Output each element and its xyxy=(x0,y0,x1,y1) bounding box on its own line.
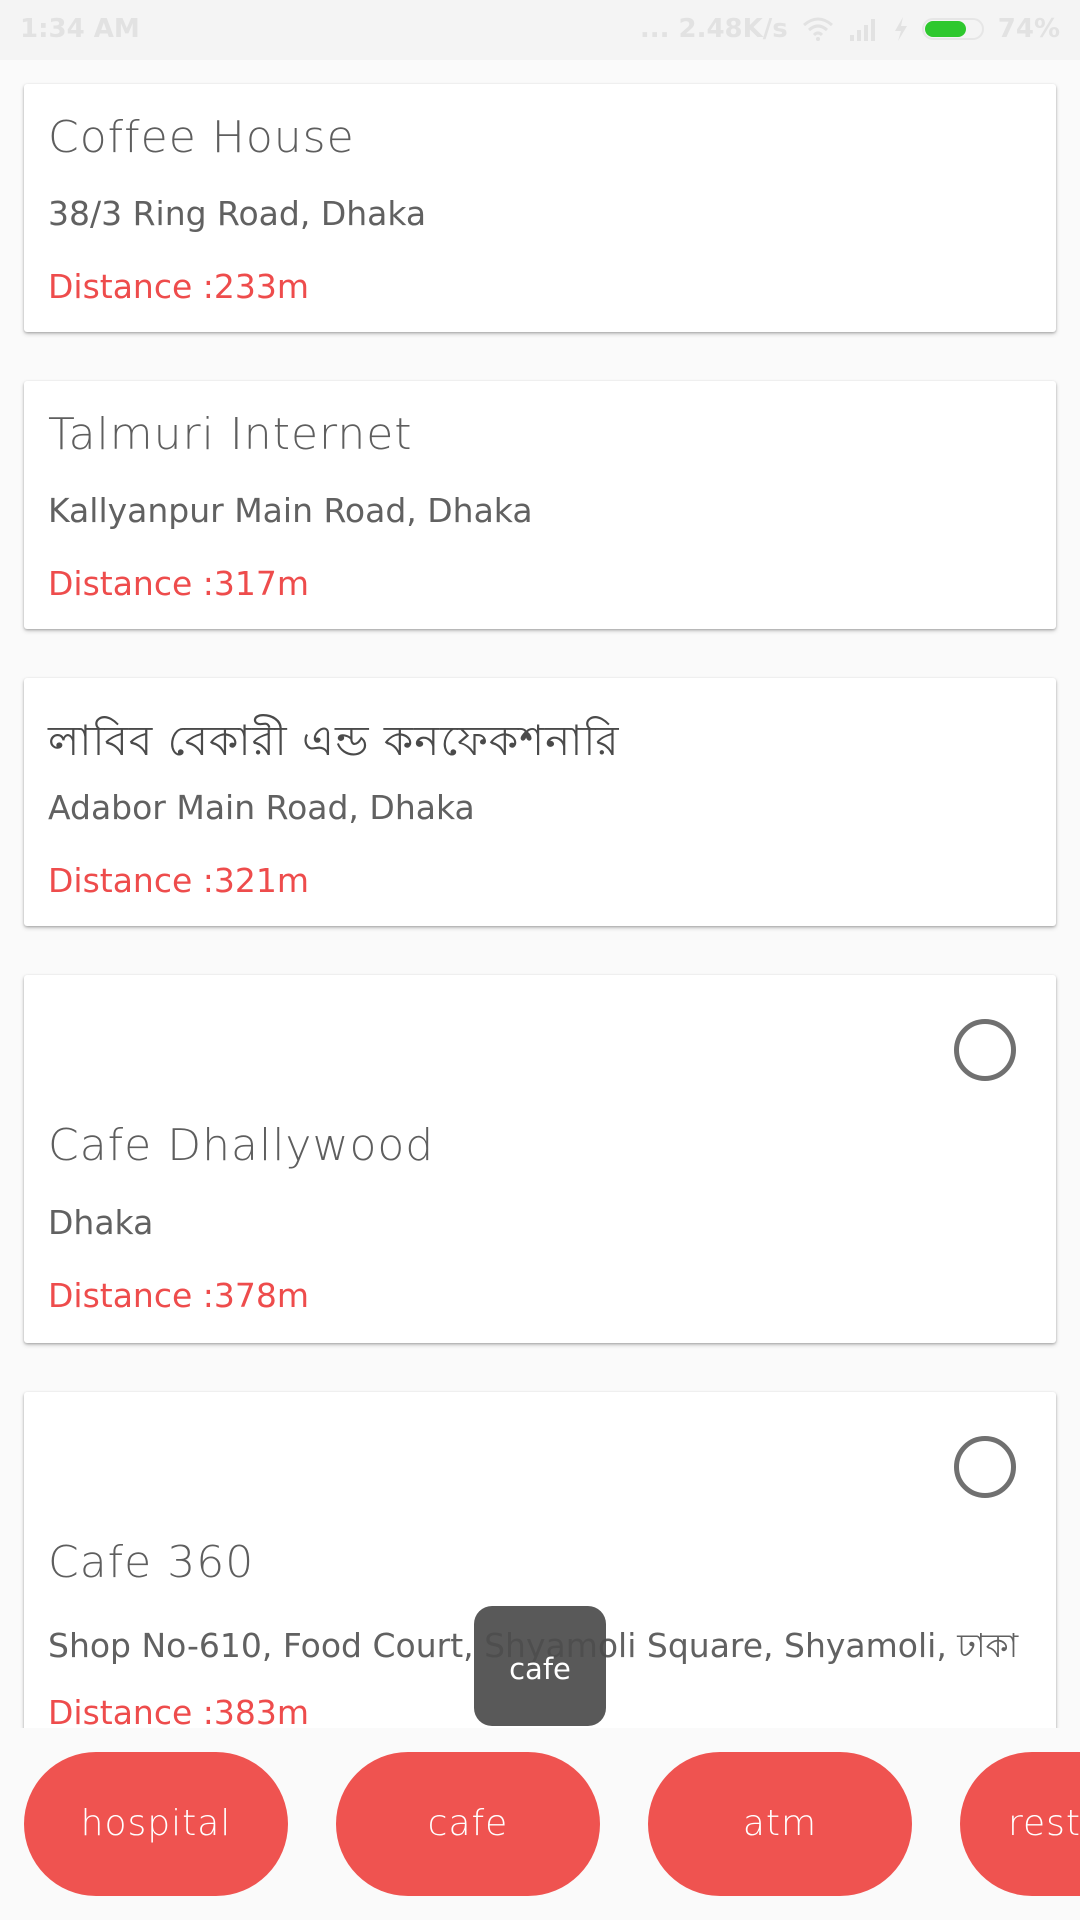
place-name: লাবিব বেকারী এন্ড কনফেকশনারি xyxy=(48,716,620,765)
toast-message: cafe xyxy=(474,1606,606,1726)
place-distance: Distance :378m xyxy=(48,1276,310,1315)
place-distance: Distance :383m xyxy=(48,1693,310,1728)
select-radio[interactable] xyxy=(954,1019,1016,1081)
place-name: Cafe Dhallywood xyxy=(48,1120,435,1171)
wifi-icon xyxy=(802,17,833,41)
place-distance: Distance :317m xyxy=(48,564,310,603)
place-address: Adabor Main Road, Dhaka xyxy=(48,788,475,827)
place-name: Talmuri Internet xyxy=(48,409,413,460)
status-time: 1:34 AM xyxy=(20,14,140,44)
status-bar: 1:34 AM ... 2.48K/s 74% xyxy=(0,0,1080,60)
status-icons: ... 2.48K/s 74% xyxy=(626,14,1060,44)
battery-icon xyxy=(921,18,984,40)
place-list[interactable]: Coffee House 38/3 Ring Road, Dhaka Dista… xyxy=(0,60,1080,1728)
battery-level xyxy=(924,21,967,37)
place-name: Coffee House xyxy=(48,112,355,163)
category-bar[interactable]: hospital cafe atm resta xyxy=(0,1728,1080,1920)
place-address: 38/3 Ring Road, Dhaka xyxy=(48,194,427,233)
signal-icon xyxy=(849,19,875,41)
place-card[interactable]: Talmuri Internet Kallyanpur Main Road, D… xyxy=(24,381,1056,629)
place-name: Cafe 360 xyxy=(48,1537,255,1588)
place-address: Dhaka xyxy=(48,1203,154,1242)
select-radio[interactable] xyxy=(954,1436,1016,1498)
place-card[interactable]: লাবিব বেকারী এন্ড কনফেকশনারি Adabor Main… xyxy=(24,678,1056,926)
category-cafe-button[interactable]: cafe xyxy=(336,1752,600,1896)
place-distance: Distance :233m xyxy=(48,267,310,306)
place-distance: Distance :321m xyxy=(48,861,310,900)
charging-icon xyxy=(894,17,907,41)
category-atm-button[interactable]: atm xyxy=(648,1752,912,1896)
place-address: Kallyanpur Main Road, Dhaka xyxy=(48,491,533,530)
network-speed: ... 2.48K/s xyxy=(639,14,788,44)
category-restaurant-button[interactable]: resta xyxy=(960,1752,1080,1896)
battery-percent: 74% xyxy=(997,14,1060,44)
category-hospital-button[interactable]: hospital xyxy=(24,1752,288,1896)
place-card[interactable]: Cafe Dhallywood Dhaka Distance :378m xyxy=(24,975,1056,1343)
place-card[interactable]: Coffee House 38/3 Ring Road, Dhaka Dista… xyxy=(24,84,1056,332)
